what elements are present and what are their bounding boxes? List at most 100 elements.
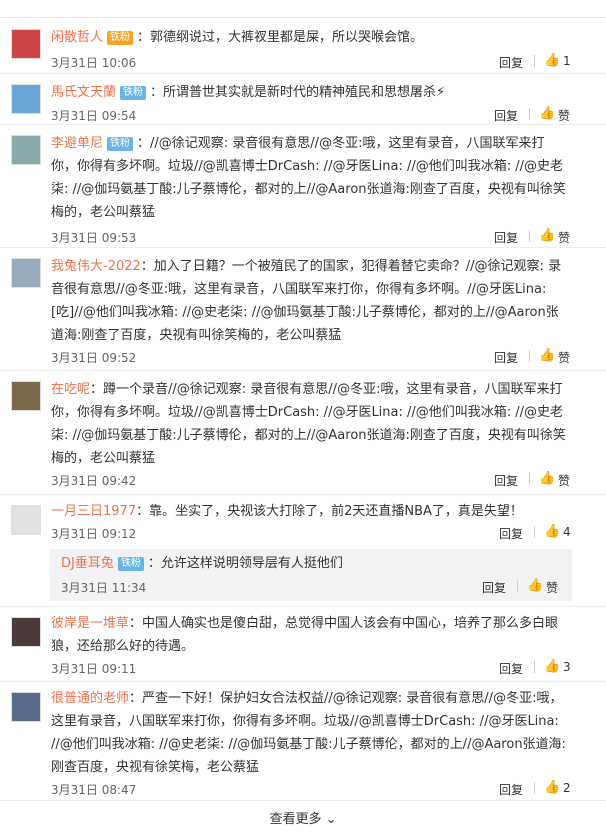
comment-time: 3月31日 10:06 <box>51 56 137 70</box>
reply-button[interactable]: 回复 <box>499 781 523 798</box>
comment-time: 3月31日 09:53 <box>51 231 137 245</box>
divider <box>529 473 530 485</box>
colon: ： <box>140 259 154 274</box>
avatar[interactable] <box>11 692 41 722</box>
colon: ： <box>150 85 164 100</box>
like-count[interactable]: 赞 <box>558 349 570 366</box>
top-divider <box>0 0 606 18</box>
colon: ： <box>90 382 104 397</box>
comment-item: 馬氏文天蘭 铁粉 ：所谓普世其实就是新时代的精神殖民和思想屠杀⚡ 3月31日 09:… <box>0 75 606 125</box>
comment-item: 一月三日1977：靠。坐实了，央视该大打除了，前2天还直播NBA了，真是失望！ … <box>0 496 606 607</box>
comment-time: 3月31日 08:47 <box>51 783 137 797</box>
comment-body: 很普通的老师：严查一下好！保护妇女合法权益//@徐记观察: 录音很有意思//@冬… <box>51 687 570 779</box>
chevron-down-icon: ⌄ <box>325 812 337 827</box>
reply-button[interactable]: 回复 <box>494 349 518 366</box>
divider <box>529 350 530 362</box>
sub-reply-body: DJ垂耳兔 铁粉 ：允许这样说明领导层有人挺他们 <box>61 553 343 575</box>
comment-time: 3月31日 09:42 <box>51 474 137 488</box>
username-link[interactable]: 我兔伟大-2022 <box>51 259 141 274</box>
load-more-label: 查看更多 <box>269 812 322 827</box>
username-link[interactable]: 馬氏文天蘭 <box>51 85 116 100</box>
thumb-up-icon[interactable]: 👍 <box>539 471 555 486</box>
divider <box>534 526 535 538</box>
sub-reply: DJ垂耳兔 铁粉 ：允许这样说明领导层有人挺他们 3月31日 11:34 回复 👍 … <box>50 549 572 601</box>
comment-body: 一月三日1977：靠。坐实了，央视该大打除了，前2天还直播NBA了，真是失望！ <box>51 500 576 523</box>
comment-text: 靠。坐实了，央视该大打除了，前2天还直播NBA了，真是失望！ <box>149 504 523 519</box>
username-link[interactable]: 很普通的老师 <box>51 691 129 706</box>
like-count[interactable]: 1 <box>563 54 571 68</box>
comment-body: 彼岸是一堆草：中国人确实也是傻白甜，总觉得中国人该会有中国心，培养了那么多白眼狼… <box>51 612 576 658</box>
divider <box>529 108 530 120</box>
colon: ： <box>137 30 151 45</box>
reply-button[interactable]: 回复 <box>499 525 523 542</box>
avatar[interactable] <box>11 505 41 535</box>
colon: ： <box>136 504 150 519</box>
username-link[interactable]: 在吃呢 <box>51 382 90 397</box>
like-count[interactable]: 4 <box>563 525 571 539</box>
like-count[interactable]: 赞 <box>558 472 570 489</box>
reply-button[interactable]: 回复 <box>499 54 523 71</box>
comment-body: 在吃呢：蹲一个录音//@徐记观察: 录音很有意思//@冬亚:哦，这里有录音，八国… <box>51 378 570 470</box>
avatar[interactable] <box>11 617 41 647</box>
reply-button[interactable]: 回复 <box>494 107 518 124</box>
username-link[interactable]: DJ垂耳兔 <box>61 556 114 571</box>
comment-item: 彼岸是一堆草：中国人确实也是傻白甜，总觉得中国人该会有中国心，培养了那么多白眼狼… <box>0 608 606 682</box>
colon: ： <box>137 136 151 151</box>
like-count[interactable]: 2 <box>563 781 571 795</box>
thumb-up-icon[interactable]: 👍 <box>539 348 555 363</box>
colon: ： <box>147 556 161 571</box>
avatar[interactable] <box>11 258 41 288</box>
thumb-up-icon[interactable]: 👍 <box>544 53 560 68</box>
comment-body: 我兔伟大-2022：加入了日籍？一个被殖民了的国家，犯得着替它卖命？//@徐记观… <box>51 255 570 347</box>
fan-badge[interactable]: 铁粉 <box>117 557 144 571</box>
thumb-up-icon[interactable]: 👍 <box>544 659 560 674</box>
username-link[interactable]: 闲散哲人 <box>51 30 103 45</box>
comment-time: 3月31日 09:12 <box>51 527 137 541</box>
fan-badge[interactable]: 铁粉 <box>120 86 147 100</box>
thumb-up-icon[interactable]: 👍 <box>539 106 555 121</box>
comment-text: 蹲一个录音//@徐记观察: 录音很有意思//@冬亚:哦，这里有录音，八国联军来打… <box>51 382 566 466</box>
colon: ： <box>129 691 143 706</box>
sub-reply-time: 3月31日 11:34 <box>61 581 147 595</box>
sub-reply-text: 允许这样说明领导层有人挺他们 <box>160 556 343 571</box>
avatar[interactable] <box>11 84 41 114</box>
thumb-up-icon[interactable]: 👍 <box>544 780 560 795</box>
thumb-up-icon[interactable]: 👍 <box>539 228 555 243</box>
comment-body: 馬氏文天蘭 铁粉 ：所谓普世其实就是新时代的精神殖民和思想屠杀⚡ <box>51 81 576 104</box>
username-link[interactable]: 一月三日1977 <box>51 504 136 519</box>
comment-item: 李避单尼 铁粉 ：//@徐记观察: 录音很有意思//@冬亚:哦，这里有录音，八国联军… <box>0 126 606 248</box>
like-count[interactable]: 3 <box>563 660 571 674</box>
username-link[interactable]: 李避单尼 <box>51 136 103 151</box>
comment-time: 3月31日 09:52 <box>51 351 137 365</box>
username-link[interactable]: 彼岸是一堆草 <box>51 616 129 631</box>
comment-time: 3月31日 09:11 <box>51 662 137 676</box>
load-more-button[interactable]: 查看更多 ⌄ <box>0 808 606 827</box>
comment-item: 闲散哲人 铁粉 ：郭德纲说过，大裤衩里都是屎，所以哭喉会馆。 3月31日 10:06… <box>0 20 606 74</box>
avatar[interactable] <box>11 381 41 411</box>
like-count[interactable]: 赞 <box>558 107 570 124</box>
fan-badge[interactable]: 铁粉 <box>107 31 134 45</box>
avatar[interactable] <box>11 29 41 59</box>
comment-item: 在吃呢：蹲一个录音//@徐记观察: 录音很有意思//@冬亚:哦，这里有录音，八国… <box>0 372 606 495</box>
comment-body: 闲散哲人 铁粉 ：郭德纲说过，大裤衩里都是屎，所以哭喉会馆。 <box>51 26 576 49</box>
comment-time: 3月31日 09:54 <box>51 109 137 123</box>
reply-button[interactable]: 回复 <box>499 660 523 677</box>
fan-badge[interactable]: 铁粉 <box>107 137 134 151</box>
like-count[interactable]: 赞 <box>546 579 558 596</box>
comment-item: 很普通的老师：严查一下好！保护妇女合法权益//@徐记观察: 录音很有意思//@冬… <box>0 683 606 801</box>
avatar[interactable] <box>11 135 41 165</box>
colon: ： <box>129 616 143 631</box>
divider <box>534 782 535 794</box>
thumb-up-icon[interactable]: 👍 <box>527 578 543 593</box>
reply-button[interactable]: 回复 <box>494 472 518 489</box>
reply-button[interactable]: 回复 <box>494 229 518 246</box>
comment-item: 我兔伟大-2022：加入了日籍？一个被殖民了的国家，犯得着替它卖命？//@徐记观… <box>0 249 606 371</box>
reply-button[interactable]: 回复 <box>482 579 506 596</box>
thumb-up-icon[interactable]: 👍 <box>544 524 560 539</box>
divider <box>534 661 535 673</box>
comment-text: 郭德纲说过，大裤衩里都是屎，所以哭喉会馆。 <box>150 30 424 45</box>
divider <box>529 230 530 242</box>
comment-body: 李避单尼 铁粉 ：//@徐记观察: 录音很有意思//@冬亚:哦，这里有录音，八国联军… <box>51 132 570 224</box>
comment-text: 所谓普世其实就是新时代的精神殖民和思想屠杀⚡ <box>163 85 446 100</box>
like-count[interactable]: 赞 <box>558 229 570 246</box>
